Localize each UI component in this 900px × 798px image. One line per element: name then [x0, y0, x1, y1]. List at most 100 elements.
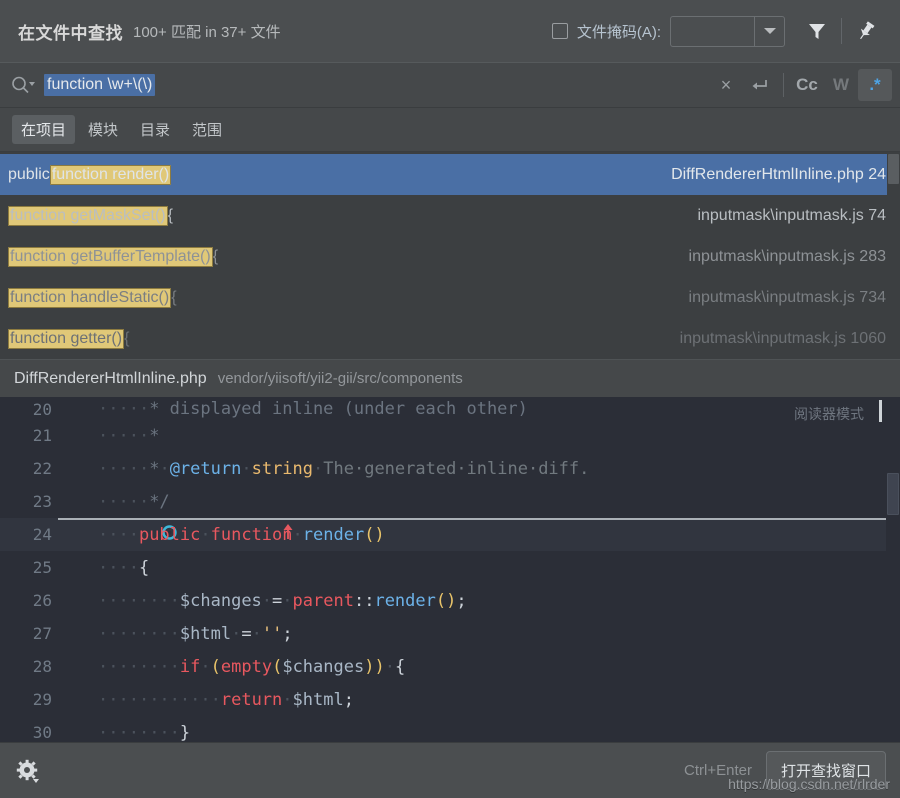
tab-directory[interactable]: 目录	[131, 115, 179, 144]
pin-icon[interactable]	[846, 11, 886, 51]
result-file: inputmask\inputmask.js	[697, 206, 864, 224]
editor-scrollbar-thumb[interactable]	[887, 473, 899, 515]
code-line: 27 ········$html·=·'';	[0, 617, 900, 650]
regex-toggle[interactable]: .*	[858, 69, 892, 101]
file-mask-label: 文件掩码(A):	[577, 21, 661, 42]
file-mask-label-text: 文件掩码(A):	[576, 23, 661, 41]
code-line: 21 ·····*	[0, 419, 900, 452]
code-line: 28 ········if·(empty($changes))·{	[0, 650, 900, 683]
result-file: inputmask\inputmask.js	[688, 288, 855, 306]
chevron-down-icon[interactable]	[754, 16, 784, 46]
search-history-icon[interactable]	[743, 68, 777, 102]
clear-search-icon[interactable]: ×	[709, 68, 743, 102]
result-line: 74	[868, 206, 886, 224]
table-row[interactable]: function handleStatic() { inputmask\inpu…	[0, 277, 900, 318]
result-file: inputmask\inputmask.js	[679, 329, 846, 347]
line-number: 29	[32, 690, 52, 709]
dialog-header: 在文件中查找 100+ 匹配 in 37+ 文件 文件掩码(A):	[0, 0, 900, 62]
result-suffix: {	[124, 329, 130, 347]
tab-module[interactable]: 模块	[79, 115, 127, 144]
preview-file-header: DiffRendererHtmlInline.php vendor/yiisof…	[0, 359, 900, 397]
history-glyph	[752, 80, 767, 90]
search-input[interactable]: function \w+\(\)	[44, 74, 709, 96]
result-file: DiffRendererHtmlInline.php	[671, 165, 864, 183]
result-location: inputmask\inputmask.js 283	[689, 248, 886, 266]
gear-glyph	[16, 759, 39, 783]
code-text: ····public·function·render()	[98, 524, 385, 545]
pin-glyph	[860, 21, 875, 40]
tab-in-project[interactable]: 在项目	[12, 115, 76, 144]
result-location: DiffRendererHtmlInline.php 24	[671, 166, 886, 184]
code-line: 26 ········$changes·=·parent::render();	[0, 584, 900, 617]
result-text: public function render()	[8, 164, 657, 185]
code-line-current: 24 ····public·function·render()	[0, 518, 900, 551]
code-line: 22 ·····*·@return·string·The·generated·i…	[0, 452, 900, 485]
search-bar[interactable]: function \w+\(\) × Cc W .*	[0, 62, 900, 108]
gear-icon[interactable]	[16, 759, 40, 783]
chevron-down-glyph	[763, 28, 776, 34]
current-line-top-border	[58, 518, 886, 520]
table-row[interactable]: function getter() { inputmask\inputmask.…	[0, 318, 900, 359]
reader-mode-label[interactable]: 阅读器模式	[794, 404, 864, 424]
code-text: ·····*·@return·string·The·generated·inli…	[98, 458, 590, 479]
code-text: ········$html·=·'';	[98, 623, 293, 644]
result-text: function handleStatic() {	[8, 287, 675, 308]
search-divider	[783, 73, 784, 97]
line-number: 22	[32, 459, 52, 478]
file-mask-input[interactable]	[671, 17, 754, 46]
result-line: 283	[859, 247, 886, 265]
result-line: 24	[868, 165, 886, 183]
line-number: 20	[32, 400, 52, 419]
code-text: ········$changes·=·parent::render();	[98, 590, 467, 611]
match-summary: 100+ 匹配 in 37+ 文件	[133, 23, 281, 41]
result-match: function getMaskSet()	[8, 205, 168, 226]
file-mask-checkbox[interactable]	[551, 23, 568, 39]
line-number: 24	[32, 525, 52, 544]
line-number: 28	[32, 657, 52, 676]
line-number: 25	[32, 558, 52, 577]
editor-scrollbar[interactable]	[886, 397, 900, 742]
line-number: 30	[32, 723, 52, 742]
code-text: ·····* displayed inline (under each othe…	[98, 399, 528, 419]
result-line: 1060	[850, 329, 886, 347]
table-row[interactable]: function getMaskSet() { inputmask\inputm…	[0, 195, 900, 236]
result-match: function getBufferTemplate()	[8, 246, 213, 267]
result-line: 734	[859, 288, 886, 306]
results-scrollbar-thumb[interactable]	[888, 154, 899, 184]
code-preview[interactable]: 20 ·····* displayed inline (under each o…	[0, 397, 900, 742]
line-number: 27	[32, 624, 52, 643]
code-text: ············return·$html;	[98, 689, 354, 710]
code-text: ········}	[98, 722, 191, 743]
result-location: inputmask\inputmask.js 1060	[680, 330, 886, 348]
search-query-text: function \w+\(\)	[44, 74, 156, 96]
result-match: function handleStatic()	[8, 287, 172, 308]
search-icon[interactable]	[10, 74, 44, 96]
code-line: 29 ············return·$html;	[0, 683, 900, 716]
line-number: 23	[32, 492, 52, 511]
table-row[interactable]: function getBufferTemplate() { inputmask…	[0, 236, 900, 277]
result-match: function render()	[49, 164, 172, 185]
result-text: function getBufferTemplate() {	[8, 246, 675, 267]
result-location: inputmask\inputmask.js 734	[689, 289, 886, 307]
results-list[interactable]: public function render() DiffRendererHtm…	[0, 152, 900, 359]
find-in-files-dialog: 在文件中查找 100+ 匹配 in 37+ 文件 文件掩码(A): functi…	[0, 0, 900, 798]
line-number: 21	[32, 426, 52, 445]
code-text: ·····*	[98, 425, 160, 446]
code-line: 20 ·····* displayed inline (under each o…	[0, 397, 900, 419]
result-match: function getter()	[8, 328, 125, 349]
file-mask-combo[interactable]	[670, 15, 785, 47]
code-line: 30 ········}	[0, 716, 900, 743]
table-row[interactable]: public function render() DiffRendererHtm…	[0, 154, 900, 195]
result-file: inputmask\inputmask.js	[688, 247, 855, 265]
result-text: function getter() {	[8, 328, 666, 349]
preview-file-path: vendor/yiisoft/yii2-gii/src/components	[217, 370, 463, 387]
words-toggle[interactable]: W	[824, 69, 858, 101]
match-case-toggle[interactable]: Cc	[790, 69, 824, 101]
result-text: function getMaskSet() {	[8, 205, 683, 226]
tab-scope[interactable]: 范围	[183, 115, 231, 144]
results-scrollbar[interactable]	[887, 152, 900, 359]
result-location: inputmask\inputmask.js 74	[697, 207, 886, 225]
search-glyph	[12, 76, 35, 94]
watermark: https://blog.csdn.net/rlrder	[728, 776, 890, 792]
filter-icon[interactable]	[797, 11, 837, 51]
